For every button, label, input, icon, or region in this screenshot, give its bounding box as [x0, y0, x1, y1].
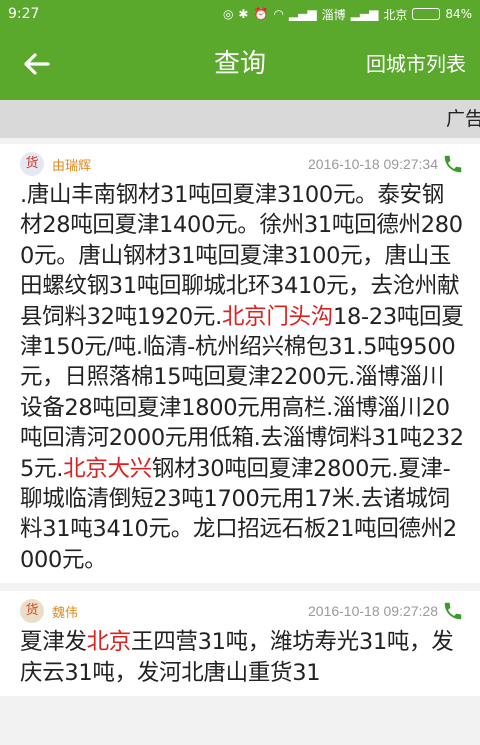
ad-banner[interactable]: 广告 [0, 100, 480, 138]
list-item[interactable]: 货 由瑞辉 2016-10-18 09:27:34 .唐山丰南钢材31吨回夏津3… [0, 144, 480, 584]
back-to-city-list-button[interactable]: 回城市列表 [366, 28, 466, 100]
ad-label: 广告 [446, 108, 480, 130]
publisher-name: 魏伟 [52, 605, 79, 621]
list-item-header: 货 魏伟 2016-10-18 09:27:28 [20, 595, 464, 627]
bluetooth-icon: ✱ [238, 7, 249, 21]
post-content: .唐山丰南钢材31吨回夏津3100元。泰安钢材28吨回夏津1400元。徐州31吨… [20, 180, 464, 575]
signal-icon-2: ▂▄▆ [350, 7, 379, 21]
list-item-header: 货 由瑞辉 2016-10-18 09:27:34 [20, 148, 464, 180]
highlighted-city: 北京大兴 [63, 455, 152, 482]
sync-icon: ◎ [222, 7, 234, 21]
call-button[interactable] [442, 600, 464, 622]
carrier-1: 淄博 [321, 7, 346, 22]
carrier-2: 北京 [383, 7, 408, 22]
battery-icon [412, 8, 441, 20]
highlighted-city: 北京 [86, 629, 132, 656]
status-bar: 9:27 ◎ ✱ ⏰ ◠ ▂▄▆ 淄博 ▂▄▆ 北京 84% [0, 0, 480, 28]
top-app-bar: 查询 回城市列表 [0, 28, 480, 100]
back-arrow-icon [24, 53, 50, 75]
signal-icon-1: ▂▄▆ [288, 7, 317, 21]
back-button[interactable] [22, 50, 54, 78]
status-indicators: ◎ ✱ ⏰ ◠ ▂▄▆ 淄博 ▂▄▆ 北京 84% [223, 6, 472, 23]
highlighted-city: 北京门头沟 [221, 303, 333, 330]
publisher-name: 由瑞辉 [52, 158, 92, 174]
cargo-badge: 货 [20, 599, 44, 624]
post-text: 夏津发 [20, 629, 87, 656]
wifi-icon: ◠ [273, 7, 284, 21]
battery-percent: 84% [445, 7, 472, 21]
phone-icon [444, 155, 462, 173]
call-button[interactable] [442, 153, 464, 175]
status-time: 9:27 [8, 6, 40, 22]
post-time: 2016-10-18 09:27:34 [308, 156, 438, 172]
phone-icon [444, 603, 462, 620]
alarm-icon: ⏰ [253, 7, 269, 21]
post-time: 2016-10-18 09:27:28 [308, 603, 438, 620]
post-content: 夏津发北京王四营31吨，潍坊寿光31吨，发庆云31吨，发河北唐山重货31 [20, 627, 464, 688]
list-item[interactable]: 货 魏伟 2016-10-18 09:27:28 夏津发北京王四营31吨，潍坊寿… [0, 591, 480, 697]
cargo-badge: 货 [20, 152, 44, 176]
cargo-list: 货 由瑞辉 2016-10-18 09:27:34 .唐山丰南钢材31吨回夏津3… [0, 144, 480, 704]
